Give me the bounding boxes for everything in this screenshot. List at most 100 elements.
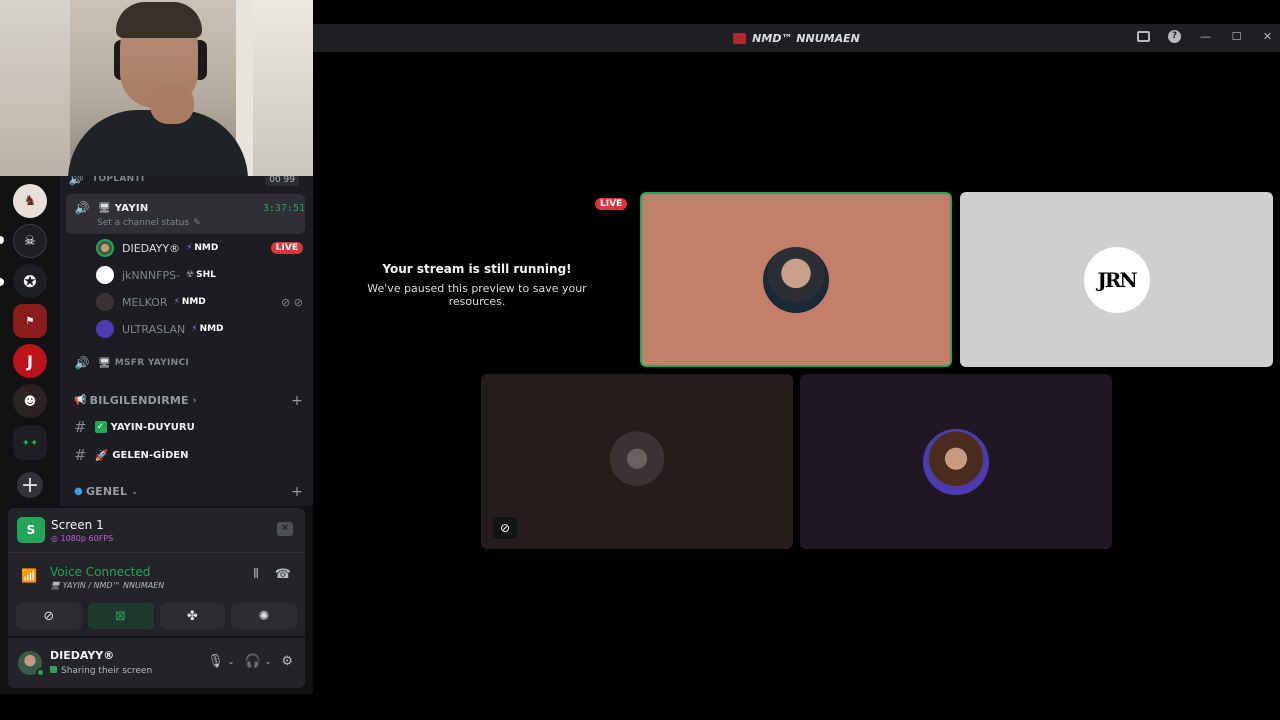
- server-icon-4[interactable]: ⚑: [13, 304, 47, 338]
- server-icon-5[interactable]: J: [13, 344, 47, 378]
- avatar: [96, 239, 114, 257]
- participant-tile-speaking[interactable]: [640, 192, 952, 367]
- voice-channel-msfr[interactable]: 🔊 🖥 MSFR YAYINCI: [74, 356, 305, 370]
- stream-paused-notice[interactable]: Your stream is still running! We've paus…: [347, 262, 607, 308]
- participant-avatar: [923, 428, 989, 495]
- live-badge: LIVE: [270, 242, 303, 254]
- user-name[interactable]: DIEDAYY®: [50, 649, 114, 662]
- gear-icon[interactable]: ⚙: [281, 654, 293, 669]
- activities-button[interactable]: ✤: [159, 603, 226, 629]
- nitro-icon: ◎: [51, 534, 61, 543]
- user-tag: ☢ SHL: [186, 270, 216, 280]
- voice-location[interactable]: 🖥 YAYIN / NMD™ NNUMAEN: [50, 581, 164, 590]
- category-bilgilendirme[interactable]: 📢 BILGILENDIRME › +: [74, 393, 303, 409]
- server-icon-2[interactable]: ☠: [13, 224, 47, 258]
- minimize-button[interactable]: —: [1199, 30, 1212, 43]
- camera-off-button[interactable]: ⊘: [16, 603, 82, 629]
- voice-channel-yayin-header[interactable]: 🔊 🖥 YAYIN 3:37:51: [74, 201, 305, 215]
- voice-channel-toplanti[interactable]: 🔊 TOPLANTI 00 99: [68, 176, 305, 186]
- monitor-icon: 🖥: [98, 202, 111, 214]
- user-name: jkNNNFPS-: [122, 268, 181, 282]
- category-genel[interactable]: ● GENEL ⌄ +: [74, 484, 303, 500]
- camera-off-icon: ⊘: [43, 608, 55, 624]
- noise-suppression-icon[interactable]: ⦀: [253, 567, 259, 582]
- text-channel[interactable]: # ✓ YAYIN-DUYURU: [74, 418, 303, 436]
- voice-status-title[interactable]: Voice Connected: [50, 565, 150, 579]
- chevron-right-icon: ›: [192, 395, 197, 406]
- speaker-icon: 🔊: [74, 356, 90, 370]
- window-titlebar: NMD™ NNUMAEN ? — ☐ ✕: [313, 24, 1280, 52]
- hash-icon: #: [74, 446, 87, 464]
- speaker-icon: 🔊: [74, 201, 90, 215]
- user-panel: DIEDAYY® Sharing their screen 🎙 ⌄ 🎧 ⌄ ⚙: [8, 638, 305, 688]
- screen-share-button[interactable]: ⊠: [87, 603, 154, 629]
- monitor-icon: 🖥: [98, 357, 111, 369]
- user-tag: ⚡ NMD: [173, 297, 206, 307]
- hash-icon: #: [74, 418, 87, 436]
- maximize-button[interactable]: ☐: [1230, 30, 1243, 43]
- channel-name: TOPLANTI: [92, 176, 145, 184]
- channel-name: YAYIN: [114, 202, 149, 214]
- voice-user[interactable]: MELKOR ⚡ NMD ⊘ ⊘: [96, 293, 303, 311]
- voice-connected-panel: 📶 Voice Connected 🖥 YAYIN / NMD™ NNUMAEN…: [8, 552, 305, 636]
- avatar: [96, 320, 114, 338]
- live-badge: LIVE: [595, 198, 628, 210]
- disconnect-icon[interactable]: ☎: [275, 567, 291, 582]
- participant-tile[interactable]: JRN: [960, 192, 1273, 367]
- sidebar: ♞ ☠ ✪ ⚑ J ☻ ✦✦ + 🔊 TOPLANTI 00 99 🔊 🖥 YA…: [0, 176, 313, 694]
- app: ♞ ☠ ✪ ⚑ J ☻ ✦✦ + 🔊 TOPLANTI 00 99 🔊 🖥 YA…: [0, 0, 1280, 720]
- paused-title: Your stream is still running!: [382, 262, 572, 276]
- voice-user[interactable]: jkNNNFPS- ☢ SHL: [96, 266, 303, 284]
- paused-subtitle: We've paused this preview to save your r…: [367, 282, 587, 308]
- participant-avatar: JRN: [1083, 246, 1150, 313]
- stop-stream-button[interactable]: ✕: [277, 522, 293, 536]
- create-channel-plus-icon[interactable]: +: [291, 393, 303, 409]
- screen-share-title: Screen 1: [51, 518, 104, 532]
- screen-share-icon: ⊠: [115, 608, 127, 624]
- server-icon-3[interactable]: ✪: [13, 264, 47, 298]
- activities-icon: ✤: [186, 608, 198, 624]
- create-channel-plus-icon[interactable]: +: [291, 484, 303, 500]
- channel-name: GELEN-GİDEN: [112, 449, 189, 461]
- voice-user[interactable]: ULTRASLAN ⚡ NMD: [96, 320, 303, 338]
- help-icon[interactable]: ?: [1168, 30, 1181, 43]
- user-name: ULTRASLAN: [122, 322, 186, 336]
- headphones-icon[interactable]: 🎧: [244, 654, 260, 669]
- chevron-down-icon[interactable]: ⌄: [228, 657, 235, 666]
- chevron-down-icon: ⌄: [131, 487, 139, 496]
- muted-deafened-icons: ⊘ ⊘: [281, 295, 303, 309]
- inbox-icon[interactable]: [1137, 31, 1150, 42]
- close-button[interactable]: ✕: [1261, 30, 1274, 43]
- category-name: GENEL: [85, 485, 128, 498]
- screen-share-quality: ◎ 1080p 60FPS: [51, 534, 114, 543]
- user-limit-counter: 00 99: [265, 176, 299, 186]
- server-folder[interactable]: ✦✦: [13, 426, 47, 460]
- microphone-icon[interactable]: 🎙: [207, 654, 224, 669]
- voice-user[interactable]: DIEDAYY® ⚡ NMD LIVE: [96, 239, 303, 257]
- text-channel[interactable]: # 🚀 GELEN-GİDEN: [74, 446, 303, 464]
- user-name: MELKOR: [122, 295, 168, 309]
- pencil-icon: ✎: [193, 218, 201, 228]
- window-title: NMD™ NNUMAEN: [733, 32, 860, 45]
- deafened-icon: ⊘: [493, 517, 517, 539]
- soundboard-icon: ✺: [258, 608, 270, 624]
- screen-share-thumbnail[interactable]: S: [17, 517, 45, 543]
- server-unread-pill: [0, 278, 4, 286]
- soundboard-button[interactable]: ✺: [231, 603, 297, 629]
- participant-tile[interactable]: ⊘: [481, 374, 793, 549]
- globe-icon: ●: [74, 486, 83, 497]
- server-rail: ♞ ☠ ✪ ⚑ J ☻ ✦✦ +: [0, 176, 60, 506]
- server-icon-6[interactable]: ☻: [13, 384, 47, 418]
- online-status-dot: [36, 668, 45, 677]
- call-stage: LIVE Your stream is still running! We've…: [313, 52, 1280, 694]
- add-server-button[interactable]: +: [17, 472, 43, 498]
- webcam-overlay: [0, 0, 313, 176]
- signal-icon[interactable]: 📶: [21, 569, 37, 584]
- channel-name: YAYIN-DUYURU: [110, 421, 195, 433]
- channel-status[interactable]: Set a channel status ✎: [97, 218, 305, 228]
- participant-tile[interactable]: [800, 374, 1112, 549]
- server-unread-pill: [0, 236, 4, 244]
- channel-name: MSFR YAYINCI: [114, 358, 190, 368]
- server-icon-1[interactable]: ♞: [13, 184, 47, 218]
- chevron-down-icon[interactable]: ⌄: [265, 657, 272, 666]
